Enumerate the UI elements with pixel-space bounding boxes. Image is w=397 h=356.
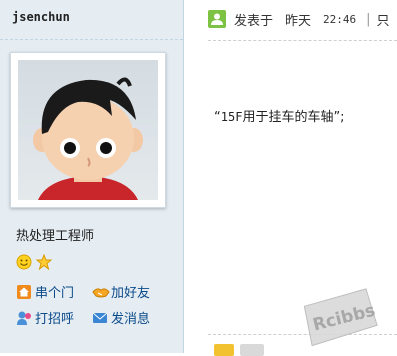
add-friend-button[interactable]: 加好友 xyxy=(92,282,150,301)
avatar[interactable] xyxy=(10,52,166,208)
add-friend-label: 加好友 xyxy=(111,286,151,301)
medals xyxy=(16,253,53,271)
star-medal-icon[interactable] xyxy=(35,253,53,271)
content-code: 15F xyxy=(220,110,243,124)
next-post-icon xyxy=(214,344,234,356)
next-post-label xyxy=(240,344,264,356)
online-user-icon xyxy=(208,10,226,28)
divider xyxy=(208,40,397,41)
visit-button[interactable]: 串个门 xyxy=(16,282,74,301)
avatar-image xyxy=(18,60,158,200)
send-message-label: 发消息 xyxy=(111,312,151,327)
post-content: “15F用于挂车的车轴”; xyxy=(214,106,345,125)
post-meta: 发表于 昨天 22:46 | 只 xyxy=(208,9,390,29)
username-link[interactable]: jsenchun xyxy=(12,10,70,24)
greet-button[interactable]: 打招呼 xyxy=(16,308,74,327)
handshake-icon xyxy=(92,284,110,300)
user-sidebar: jsenchun 热处理工程师 串个门 加好友 打招呼 发消息 xyxy=(0,0,184,353)
divider xyxy=(0,39,183,40)
greet-label: 打招呼 xyxy=(35,312,75,327)
divider xyxy=(208,334,397,335)
content-text: 用于挂车的车轴”; xyxy=(242,110,345,125)
watermark-logo: Rcibbs xyxy=(298,285,383,348)
visit-label: 串个门 xyxy=(35,286,75,301)
home-icon xyxy=(16,284,32,300)
only-author-link[interactable]: 只 xyxy=(377,10,390,29)
user-title: 热处理工程师 xyxy=(16,229,95,244)
greet-icon xyxy=(16,310,32,326)
envelope-icon xyxy=(92,310,108,326)
quote-open: “ xyxy=(214,110,221,125)
post-time: 22:46 xyxy=(323,12,357,26)
posted-label: 发表于 xyxy=(234,13,274,29)
send-message-button[interactable]: 发消息 xyxy=(92,308,150,327)
post-date: 昨天 xyxy=(285,13,312,29)
smiley-medal-icon[interactable] xyxy=(16,254,32,270)
meta-divider: | xyxy=(366,11,371,27)
